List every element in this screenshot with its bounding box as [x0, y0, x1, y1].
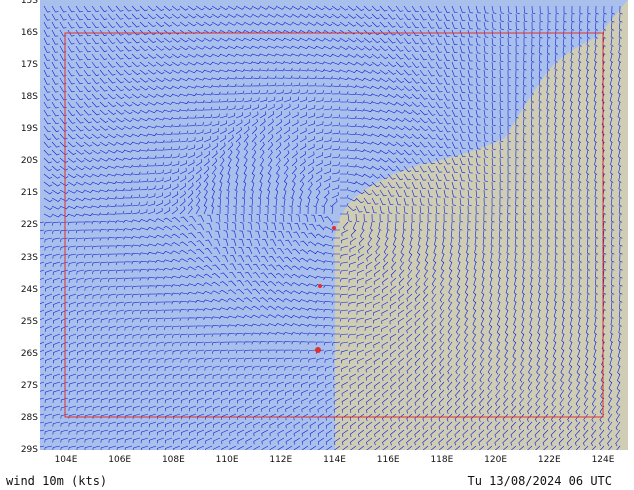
longitude-label: 120E — [484, 455, 508, 465]
latitude-label: 23S — [20, 252, 38, 263]
latitude-label: 29S — [20, 444, 38, 455]
latitude-label: 22S — [20, 220, 38, 231]
longitude-label: 114E — [323, 455, 346, 465]
valid-time-label: Tu 13/08/2024 06 UTC — [467, 474, 613, 488]
longitude-label: 104E — [54, 455, 78, 465]
latitude-label: 15S — [20, 0, 38, 6]
latitude-label: 27S — [20, 380, 38, 391]
latitude-label: 24S — [20, 284, 38, 295]
longitude-label: 110E — [215, 455, 239, 465]
variable-label: wind 10m (kts) — [6, 474, 108, 488]
latitude-label: 28S — [20, 412, 38, 423]
latitude-label: 20S — [20, 156, 38, 167]
longitude-label: 106E — [108, 455, 132, 465]
latitude-label: 25S — [20, 316, 38, 327]
latitude-label: 21S — [20, 188, 38, 199]
island-marker — [332, 226, 336, 230]
longitude-label: 116E — [376, 455, 400, 465]
island-marker — [315, 347, 321, 353]
longitude-label: 118E — [430, 455, 454, 465]
map-panel — [40, 0, 628, 450]
latitude-label: 16S — [20, 28, 38, 39]
latitude-label: 19S — [20, 124, 38, 135]
wind-barb-map — [40, 0, 628, 450]
longitude-label: 112E — [269, 455, 293, 465]
island-marker — [318, 284, 322, 288]
longitude-label: 108E — [161, 455, 185, 465]
longitude-label: 122E — [537, 455, 561, 465]
latitude-label: 18S — [20, 92, 38, 103]
latitude-label: 17S — [20, 60, 38, 71]
latitude-label: 26S — [20, 348, 38, 359]
longitude-label: 124E — [591, 455, 615, 465]
